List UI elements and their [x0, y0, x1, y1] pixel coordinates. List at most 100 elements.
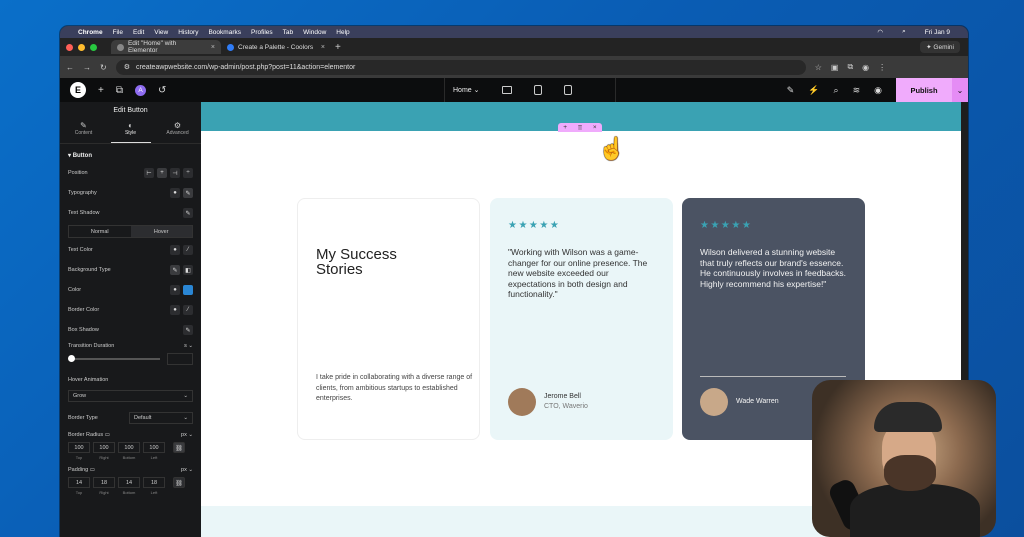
clock[interactable]: Fri Jan 9	[925, 29, 950, 36]
edit-icon[interactable]: ✎	[183, 325, 193, 335]
url-field[interactable]: ⚙ createawpwebsite.com/wp-admin/post.php…	[115, 59, 806, 75]
chevron-down-icon[interactable]: ⌄	[952, 78, 968, 102]
menu-bookmarks[interactable]: Bookmarks	[208, 29, 241, 36]
normal-tab[interactable]: Normal	[69, 226, 131, 237]
hover-tab[interactable]: Hover	[130, 226, 192, 237]
zoom-window-button[interactable]	[90, 43, 97, 51]
globe-icon[interactable]: ●	[170, 188, 180, 198]
tab-style[interactable]: ◐ Style	[110, 118, 151, 143]
page-selector[interactable]: Home ⌄	[444, 78, 616, 102]
drag-handle-icon[interactable]: ⠿	[578, 124, 583, 132]
wordpress-icon	[117, 43, 124, 51]
add-element-icon[interactable]: +	[98, 85, 104, 96]
preview-icon[interactable]: ◉	[874, 85, 882, 96]
close-icon[interactable]: ×	[211, 44, 215, 51]
brush-icon[interactable]: ✎	[170, 265, 180, 275]
section-handle[interactable]: + ⠿ ×	[558, 123, 602, 132]
border-radius-control: Border Radius ▭ px ⌄	[60, 428, 201, 442]
new-tab-icon[interactable]: +	[335, 42, 341, 53]
chevron-down-icon: ⌄	[183, 393, 188, 399]
padding-top-input[interactable]: 14	[68, 477, 90, 488]
menu-view[interactable]: View	[154, 29, 168, 36]
tab-coolors[interactable]: Create a Palette - Coolors ×	[221, 40, 331, 54]
hover-animation-select[interactable]: Grow ⌄	[68, 390, 193, 402]
globe-icon[interactable]: ●	[170, 285, 180, 295]
unit-dropdown[interactable]: s ⌄	[184, 343, 193, 349]
link-icon[interactable]: ⛓	[173, 477, 185, 488]
section-button-header[interactable]: ▾ Button	[60, 144, 201, 163]
back-icon[interactable]: ←	[66, 63, 74, 72]
padding-right-input[interactable]: 18	[93, 477, 115, 488]
padding-left-input[interactable]: 18	[143, 477, 165, 488]
align-justify-icon[interactable]: ÷	[183, 168, 193, 178]
menu-profiles[interactable]: Profiles	[251, 29, 273, 36]
align-right-icon[interactable]: ⊣	[170, 168, 180, 178]
padding-label: Padding ▭	[68, 467, 95, 473]
radius-bottom-input[interactable]: 100	[118, 442, 140, 453]
elementor-logo[interactable]: E	[70, 82, 86, 98]
radius-right-input[interactable]: 100	[93, 442, 115, 453]
color-swatch[interactable]	[183, 285, 193, 295]
tab-content[interactable]: ✎ Content	[64, 118, 104, 143]
tab-advanced[interactable]: ⚙ Advanced	[158, 118, 198, 143]
border-type-select[interactable]: Default ⌄	[129, 412, 193, 424]
minimize-window-button[interactable]	[78, 43, 85, 51]
slider-value-input[interactable]	[167, 353, 193, 365]
search-icon[interactable]: ⌕	[902, 28, 906, 36]
link-icon[interactable]: ⛓	[173, 442, 185, 453]
transition-slider[interactable]	[68, 352, 193, 366]
radius-left-input[interactable]: 100	[143, 442, 165, 453]
elementor-topbar: E + ⧉ A ↺ Home ⌄ ✎ ⚡ ⌕ ≋ ◉ Publish ⌄	[60, 78, 968, 102]
color-swatch[interactable]: ⁄	[183, 305, 193, 315]
reload-icon[interactable]: ↻	[100, 63, 107, 72]
integrations-icon[interactable]: ⚡	[808, 85, 819, 96]
slider-knob[interactable]	[68, 355, 75, 362]
menu-history[interactable]: History	[178, 29, 198, 36]
extension-icon[interactable]: ▣	[831, 63, 839, 72]
delete-section-icon[interactable]: ×	[593, 124, 597, 131]
intro-card[interactable]: My Success Stories I take pride in colla…	[297, 198, 480, 440]
align-left-icon[interactable]: ⊢	[144, 168, 154, 178]
menu-window[interactable]: Window	[303, 29, 326, 36]
align-center-icon[interactable]: +	[157, 168, 167, 178]
gradient-icon[interactable]: ◧	[183, 265, 193, 275]
radius-top-input[interactable]: 100	[68, 442, 90, 453]
unit-dropdown[interactable]: px ⌄	[181, 432, 193, 438]
edit-icon[interactable]: ✎	[183, 208, 193, 218]
globe-icon[interactable]: ●	[170, 245, 180, 255]
menu-tab[interactable]: Tab	[283, 29, 293, 36]
profile-icon[interactable]: ◉	[862, 63, 869, 72]
color-swatch[interactable]: ⁄	[183, 245, 193, 255]
gemini-button[interactable]: ✦ Gemini	[920, 41, 960, 53]
ai-avatar-button[interactable]: A	[134, 84, 146, 96]
close-icon[interactable]: ×	[321, 44, 325, 51]
testimonial-card[interactable]: ★★★★★ "Working with Wilson was a game-ch…	[490, 198, 673, 440]
menu-file[interactable]: File	[113, 29, 123, 36]
unit-dropdown[interactable]: px ⌄	[181, 467, 193, 473]
menu-dots-icon[interactable]: ⋮	[878, 63, 886, 72]
layers-icon[interactable]: ≋	[853, 85, 861, 96]
bookmark-star-icon[interactable]: ☆	[815, 63, 822, 72]
tablet-icon[interactable]	[533, 85, 542, 95]
edit-icon[interactable]: ✎	[183, 188, 193, 198]
globe-icon[interactable]: ●	[170, 305, 180, 315]
publish-button[interactable]: Publish	[896, 78, 952, 102]
wifi-icon[interactable]: ◠	[877, 28, 883, 36]
search-icon[interactable]: ⌕	[834, 85, 839, 96]
extensions: ▣ ⧉ ◉ ⋮	[831, 62, 886, 72]
tab-elementor[interactable]: Edit "Home" with Elementor ×	[111, 40, 221, 54]
notes-icon[interactable]: ✎	[787, 85, 795, 96]
padding-bottom-input[interactable]: 14	[118, 477, 140, 488]
menu-help[interactable]: Help	[336, 29, 349, 36]
puzzle-icon[interactable]: ⧉	[847, 62, 853, 72]
menu-edit[interactable]: Edit	[133, 29, 144, 36]
add-section-icon[interactable]: +	[563, 124, 567, 131]
forward-icon[interactable]: →	[83, 63, 91, 72]
history-icon[interactable]: ↺	[158, 85, 166, 96]
site-info-icon[interactable]: ⚙	[124, 63, 130, 71]
menu-app-name[interactable]: Chrome	[78, 29, 103, 36]
structure-icon[interactable]: ⧉	[116, 85, 123, 96]
desktop-icon[interactable]	[501, 86, 512, 94]
close-window-button[interactable]	[66, 43, 73, 51]
mobile-icon[interactable]	[563, 85, 572, 95]
